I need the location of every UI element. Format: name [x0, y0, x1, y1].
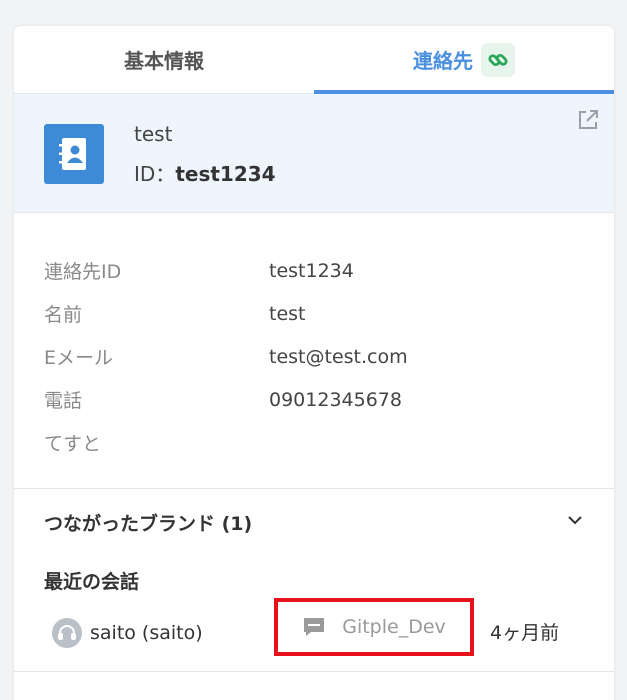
tab-contact[interactable]: 連絡先 — [314, 26, 614, 94]
conversation-row[interactable]: saito (saito) Gitple_Dev 4ヶ月前 — [14, 594, 614, 672]
recent-conversations-title: 最近の会話 — [44, 571, 140, 593]
chat-icon — [304, 618, 325, 636]
detail-label: 連絡先ID — [44, 261, 122, 283]
link-icon — [481, 42, 515, 77]
detail-value: test@test.com — [269, 345, 408, 368]
connected-brands-label: つながったブランド (1) — [44, 512, 253, 535]
conversation-agent: saito (saito) — [52, 618, 203, 648]
detail-label: てすと — [44, 433, 102, 455]
contact-book-icon — [44, 124, 104, 184]
contact-panel: 基本情報 連絡先 test ID：test1234 連絡先ID test1234… — [14, 26, 614, 700]
contact-id-value: test1234 — [175, 162, 276, 186]
detail-label: Eメール — [44, 347, 114, 369]
contact-details: 連絡先ID test1234 名前 test Eメール test@test.co… — [14, 213, 614, 489]
tab-bar: 基本情報 連絡先 — [14, 26, 614, 94]
detail-row: 名前 test — [44, 292, 584, 335]
contact-id-prefix: ID： — [134, 162, 176, 186]
chevron-down-icon — [566, 511, 584, 534]
contact-header: test ID：test1234 — [14, 94, 614, 213]
external-link-icon[interactable] — [576, 108, 600, 132]
tab-basic-info[interactable]: 基本情報 — [14, 26, 314, 93]
tab-contact-label: 連絡先 — [413, 49, 473, 73]
channel-name: Gitple_Dev — [342, 616, 446, 638]
detail-value: test — [269, 302, 306, 325]
agent-name: saito (saito) — [90, 622, 203, 644]
detail-label: 電話 — [44, 390, 83, 412]
headset-icon — [52, 618, 82, 648]
tab-basic-info-label: 基本情報 — [124, 49, 204, 73]
channel-link[interactable]: Gitple_Dev — [274, 598, 474, 656]
detail-label: 名前 — [44, 304, 83, 326]
detail-row: てすと — [44, 421, 584, 464]
detail-value: 09012345678 — [269, 388, 402, 411]
detail-row: Eメール test@test.com — [44, 335, 584, 378]
contact-id: ID：test1234 — [134, 158, 276, 187]
detail-value: test1234 — [269, 259, 354, 282]
connected-brands-toggle[interactable]: つながったブランド (1) — [14, 489, 614, 555]
detail-row: 連絡先ID test1234 — [44, 249, 584, 292]
detail-row: 電話 09012345678 — [44, 378, 584, 421]
conversation-time: 4ヶ月前 — [490, 622, 560, 644]
contact-name: test — [134, 122, 173, 146]
